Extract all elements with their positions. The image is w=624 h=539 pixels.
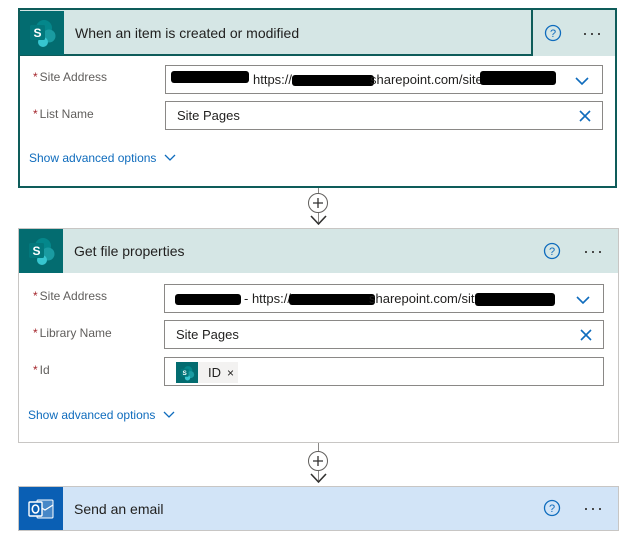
site-address-prefix: https:// xyxy=(253,72,293,87)
svg-text:S: S xyxy=(33,26,41,40)
dynamic-content-token[interactable]: S ID × xyxy=(176,362,239,383)
redacted-text xyxy=(175,294,241,305)
redacted-text xyxy=(171,71,249,83)
trigger-title: When an item is created or modified xyxy=(75,25,300,41)
site-address-label: * Site Address xyxy=(33,70,108,84)
more-options-icon[interactable]: ··· xyxy=(582,24,603,42)
list-name-value: Site Pages xyxy=(177,108,240,123)
chevron-down-icon xyxy=(163,411,175,418)
show-advanced-options-label: Show advanced options xyxy=(29,151,157,165)
send-email-title: Send an email xyxy=(74,500,164,517)
clear-icon[interactable] xyxy=(579,328,593,342)
send-email-header[interactable]: Send an email xyxy=(19,487,618,530)
trigger-card[interactable]: S When an item is created or modified ? … xyxy=(18,8,617,188)
insert-step-button[interactable] xyxy=(308,451,328,471)
arrow-down-icon xyxy=(310,473,327,484)
help-icon[interactable]: ? xyxy=(544,24,562,42)
show-advanced-options-link[interactable]: Show advanced options xyxy=(28,408,175,422)
arrow-down-icon xyxy=(310,215,327,226)
more-options-icon[interactable]: ··· xyxy=(583,242,604,260)
chevron-down-icon[interactable] xyxy=(575,293,591,307)
redacted-text xyxy=(475,293,555,306)
site-address-domain: sharepoint.com/sites/ xyxy=(370,72,493,87)
library-name-input[interactable]: Site Pages xyxy=(164,320,604,349)
remove-token-icon[interactable]: × xyxy=(227,366,234,380)
svg-text:S: S xyxy=(182,370,187,377)
chevron-down-icon[interactable] xyxy=(574,74,590,88)
outlook-icon xyxy=(19,487,63,530)
site-address-domain: sharepoint.com/sites/ xyxy=(369,291,492,306)
redacted-text xyxy=(292,75,374,86)
sharepoint-icon: S xyxy=(176,362,198,383)
more-options-icon[interactable]: ··· xyxy=(583,499,604,517)
trigger-header[interactable]: S When an item is created or modified xyxy=(20,10,615,56)
get-file-properties-card[interactable]: S Get file properties ? ··· * Site Addres… xyxy=(18,228,619,443)
get-file-properties-header[interactable]: S Get file properties xyxy=(19,229,618,273)
svg-text:S: S xyxy=(32,244,40,258)
chevron-down-icon xyxy=(164,154,176,161)
insert-step-button[interactable] xyxy=(308,193,328,213)
list-name-input[interactable]: Site Pages xyxy=(165,101,603,130)
svg-text:?: ? xyxy=(549,246,555,258)
site-address-prefix: - https:// xyxy=(244,291,291,306)
plus-icon xyxy=(313,456,323,466)
id-label: * Id xyxy=(33,363,50,377)
clear-icon[interactable] xyxy=(578,109,592,123)
library-name-value: Site Pages xyxy=(176,327,239,342)
plus-icon xyxy=(313,198,323,208)
sharepoint-icon: S xyxy=(20,11,64,55)
sharepoint-icon: S xyxy=(19,229,63,273)
id-input[interactable]: S ID × xyxy=(164,357,604,386)
site-address-input[interactable]: - https:// sharepoint.com/sites/ xyxy=(164,284,604,313)
help-icon[interactable]: ? xyxy=(543,242,561,260)
svg-text:?: ? xyxy=(549,503,555,515)
token-label: ID xyxy=(208,365,221,380)
list-name-label: * List Name xyxy=(33,107,94,121)
redacted-text xyxy=(289,294,375,305)
show-advanced-options-link[interactable]: Show advanced options xyxy=(29,151,176,165)
help-icon[interactable]: ? xyxy=(543,499,561,517)
redacted-text xyxy=(480,71,556,85)
svg-text:?: ? xyxy=(550,28,556,40)
site-address-label: * Site Address xyxy=(33,289,108,303)
send-email-card[interactable]: Send an email ? ··· xyxy=(18,486,619,531)
get-file-properties-title: Get file properties xyxy=(74,243,185,259)
library-name-label: * Library Name xyxy=(33,326,112,340)
site-address-input[interactable]: https:// sharepoint.com/sites/ xyxy=(165,65,603,94)
show-advanced-options-label: Show advanced options xyxy=(28,408,156,422)
